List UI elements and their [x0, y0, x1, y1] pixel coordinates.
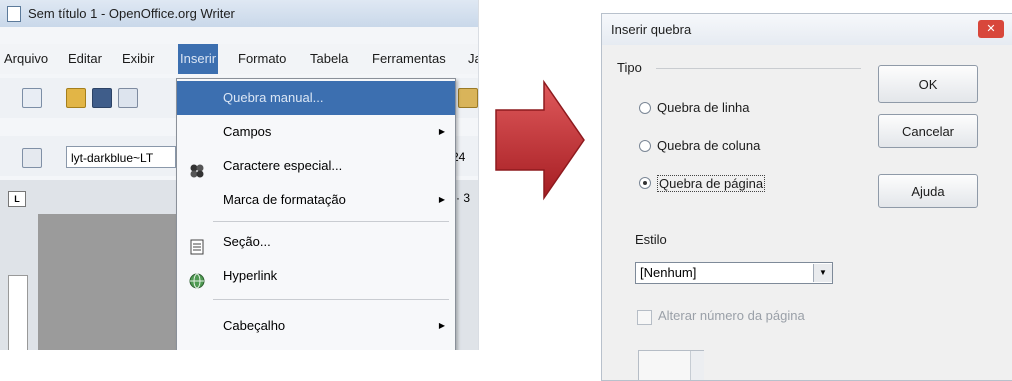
document-icon	[7, 6, 21, 22]
menu-editar[interactable]: Editar	[66, 44, 104, 74]
menu-ferramentas[interactable]: Ferramentas	[370, 44, 448, 74]
dialog-body: Tipo Quebra de linha Quebra de coluna Qu…	[602, 45, 1012, 380]
menu-item-label: Campos	[223, 124, 272, 139]
styles-icon[interactable]	[22, 148, 42, 168]
menu-item-campos[interactable]: Campos ▶	[177, 115, 455, 149]
radio-quebra-linha-label[interactable]: Quebra de linha	[657, 100, 750, 115]
submenu-arrow-icon: ▶	[438, 321, 445, 330]
omega-icon	[189, 158, 205, 178]
submenu-arrow-icon: ▶	[438, 127, 445, 136]
dialog-title: Inserir quebra	[611, 22, 692, 37]
group-tipo-label: Tipo	[617, 60, 642, 75]
vertical-ruler	[8, 275, 28, 350]
insert-break-dialog: Inserir quebra ✕ Tipo Quebra de linha Qu…	[601, 13, 1012, 381]
save-icon[interactable]	[92, 88, 112, 108]
writer-window: Sem título 1 - OpenOffice.org Writer Arq…	[0, 0, 479, 350]
menu-item-label: Caractere especial...	[223, 158, 343, 173]
radio-quebra-pagina-label[interactable]: Quebra de página	[657, 175, 766, 192]
menu-tabela[interactable]: Tabela	[308, 44, 350, 74]
menu-item-label: Cabeçalho	[223, 318, 286, 333]
globe-icon	[189, 268, 205, 289]
radio-quebra-linha[interactable]	[639, 102, 651, 114]
menu-inserir[interactable]: Inserir	[178, 44, 219, 74]
estilo-label: Estilo	[635, 232, 667, 247]
page-background	[38, 214, 188, 350]
menu-arquivo[interactable]: Arquivo	[2, 44, 50, 74]
menu-item-hyperlink[interactable]: Hyperlink	[177, 259, 455, 293]
insert-menu-dropdown: Quebra manual... Campos ▶ Caractere espe…	[176, 78, 456, 350]
menu-item-cabecalho[interactable]: Cabeçalho ▶	[177, 309, 455, 343]
alterar-numero-checkbox[interactable]	[637, 310, 652, 325]
menu-item-caractere-especial[interactable]: Caractere especial...	[177, 149, 455, 183]
help-button[interactable]: Ajuda	[878, 174, 978, 208]
estilo-select[interactable]: [Nenhum]	[635, 262, 833, 284]
radio-quebra-coluna[interactable]	[639, 140, 651, 152]
menu-item-label: Seção...	[223, 234, 271, 249]
menu-separator	[213, 221, 449, 222]
chevron-down-icon[interactable]: ▼	[813, 264, 832, 282]
open-folder-icon[interactable]	[66, 88, 86, 108]
menu-separator	[213, 299, 449, 300]
paragraph-style-box[interactable]: lyt-darkblue~LT	[66, 146, 176, 168]
arrow-right-icon	[495, 79, 585, 201]
ruler-mark: · 3	[456, 191, 471, 205]
menu-item-label: Marca de formatação	[223, 192, 346, 207]
section-icon	[189, 234, 205, 255]
tab-stop-button[interactable]: L	[8, 191, 26, 207]
paste-icon[interactable]	[458, 88, 478, 108]
group-divider	[656, 68, 861, 69]
cancel-button[interactable]: Cancelar	[878, 114, 978, 148]
close-icon[interactable]: ✕	[978, 20, 1004, 38]
menu-exibir[interactable]: Exibir	[120, 44, 157, 74]
alterar-numero-label: Alterar número da página	[658, 308, 805, 323]
menu-item-label: Hyperlink	[223, 268, 278, 283]
menu-item-marca-formatacao[interactable]: Marca de formatação ▶	[177, 183, 455, 217]
menu-formato[interactable]: Formato	[236, 44, 288, 74]
menu-item-label: Quebra manual...	[223, 90, 324, 105]
email-icon[interactable]	[118, 88, 138, 108]
spinner-arrows-icon[interactable]	[690, 351, 704, 380]
menu-janela[interactable]: Ja	[466, 44, 478, 74]
ok-button[interactable]: OK	[878, 65, 978, 103]
menu-item-quebra-manual[interactable]: Quebra manual...	[177, 81, 455, 115]
new-document-icon[interactable]	[22, 88, 42, 108]
window-title: Sem título 1 - OpenOffice.org Writer	[28, 6, 235, 21]
radio-quebra-coluna-label[interactable]: Quebra de coluna	[657, 138, 760, 153]
menu-bar: Arquivo Editar Exibir Inserir Formato Ta…	[0, 44, 478, 74]
submenu-arrow-icon: ▶	[438, 195, 445, 204]
radio-quebra-pagina[interactable]	[639, 177, 651, 189]
title-bar: Sem título 1 - OpenOffice.org Writer	[0, 0, 478, 27]
dialog-title-bar: Inserir quebra ✕	[602, 14, 1012, 45]
menu-item-secao[interactable]: Seção...	[177, 225, 455, 259]
